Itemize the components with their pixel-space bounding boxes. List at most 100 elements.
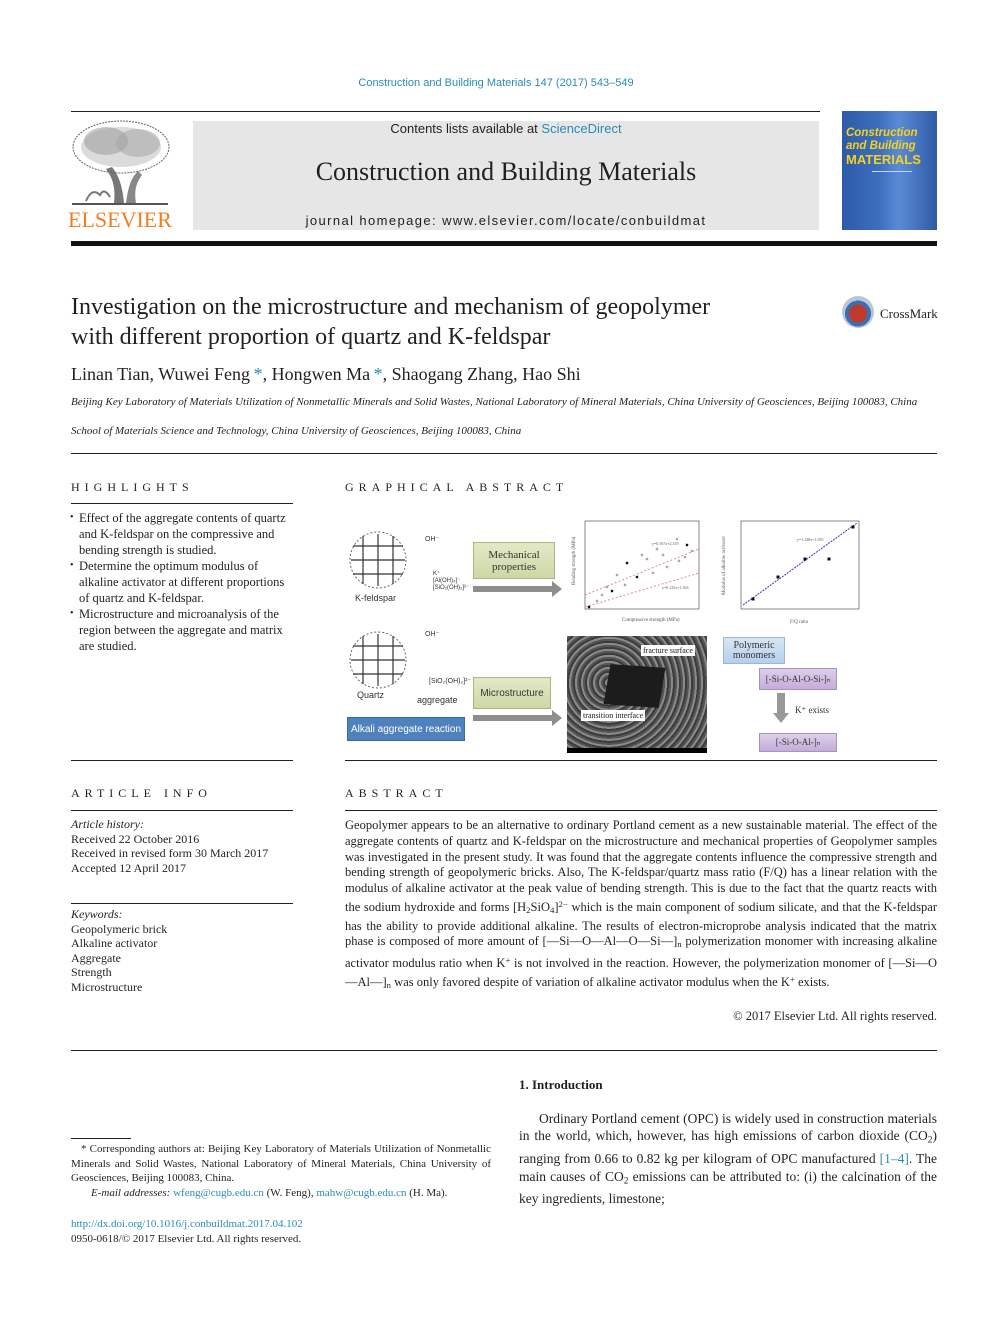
elsevier-logo[interactable]: ELSEVIER [66, 117, 174, 233]
chart2-xlabel: F/Q ratio [790, 620, 809, 625]
arrow-down-icon [777, 693, 785, 715]
issn-line: 0950-0618/© 2017 Elsevier Ltd. All right… [71, 1232, 302, 1245]
title-line-2: with different proportion of quartz and … [71, 324, 551, 350]
author: Shaogang Zhang [391, 364, 514, 384]
email-line: E-mail addresses: wfeng@cugb.edu.cn (W. … [91, 1186, 448, 1199]
journal-reference[interactable]: Construction and Building Materials 147 … [0, 77, 992, 89]
sem-tag-transition: transition interface [581, 710, 646, 721]
author: Hao Shi [522, 364, 581, 384]
product-sio: [SiO₂(OH)₂]²⁻ [433, 585, 470, 591]
keywords: Keywords: Geopolymeric brick Alkaline ac… [71, 907, 293, 994]
author: Wuwei Feng [158, 364, 250, 384]
highlights-rule [71, 503, 293, 504]
graphical-abstract-heading: GRAPHICAL ABSTRACT [345, 480, 569, 494]
quartz-label: Quartz [357, 690, 385, 700]
history-item: Received in revised form 30 March 2017 [71, 846, 269, 860]
article-info-heading: ARTICLE INFO [71, 786, 212, 800]
monomer-2-box: [-Si-O-Al-]ₙ [759, 733, 837, 752]
kfeldspar-structure-icon [349, 531, 407, 589]
elsevier-wordmark: ELSEVIER [68, 207, 172, 232]
chart1-point [595, 599, 599, 603]
article-title: Investigation on the microstructure and … [71, 292, 801, 352]
chart1-point [635, 575, 639, 579]
k-products: K⁺ [Al(OH)₄]⁻ [SiO₂(OH)₂]²⁻ [433, 571, 469, 592]
crossmark-badge[interactable]: CrossMark [842, 296, 942, 336]
chart1-point [600, 593, 604, 597]
highlight-item: Determine the optimum modulus of alkalin… [70, 558, 293, 606]
chart1-eq2: y=0.125x+1.363 [662, 585, 689, 590]
history-item: Received 22 October 2016 [71, 831, 200, 846]
sem-tag-fracture: fracture surface [641, 645, 695, 656]
keywords-rule [71, 903, 293, 904]
abstract-copyright: © 2017 Elsevier Ltd. All rights reserved… [733, 1009, 937, 1023]
history-label: Article history: [71, 817, 144, 831]
doi-link[interactable]: http://dx.doi.org/10.1016/j.conbuildmat.… [71, 1218, 303, 1230]
chart1-point [661, 553, 665, 557]
aggregate-label: aggregate [417, 695, 458, 705]
chart1-point [610, 589, 614, 593]
chart1-point [655, 547, 659, 551]
chart1-point [645, 557, 649, 561]
keyword: Strength [71, 965, 112, 979]
highlight-item: Microstructure and microanalysis of the … [70, 606, 293, 654]
chart2-point [827, 557, 831, 561]
section-rule [345, 760, 937, 761]
abstract-rule [345, 810, 937, 811]
title-line-1: Investigation on the microstructure and … [71, 294, 711, 320]
author: Hongwen Ma [271, 364, 371, 384]
elsevier-tree-icon [72, 120, 170, 205]
abstract-text: Geopolymer appears to be an alternative … [345, 818, 938, 991]
sciencedirect-link[interactable]: ScienceDirect [541, 121, 621, 136]
keyword: Alkaline activator [71, 936, 158, 950]
chart2-point [803, 557, 807, 561]
chart1-point [665, 565, 669, 569]
modulus-line-chart: y=1.248x+1.055 F/Q ratio Modulus of alka… [722, 520, 860, 625]
highlights-heading: HIGHLIGHTS [71, 480, 194, 494]
highlights-list: Effect of the aggregate contents of quar… [70, 510, 293, 654]
corresponding-star[interactable]: * [254, 364, 263, 384]
chart1-eq1: y=0.167x+2.319 [652, 541, 679, 546]
chart1-point [675, 537, 679, 541]
email-link-feng[interactable]: wfeng@cugb.edu.cn [173, 1187, 264, 1199]
chart1-ylabel: Bending strength (MPa) [572, 536, 577, 585]
chart2-eq: y=1.248x+1.055 [797, 537, 824, 542]
affiliation-1: Beijing Key Laboratory of Materials Util… [71, 396, 918, 408]
crossmark-label: CrossMark [880, 306, 938, 321]
graphical-abstract[interactable]: K-feldspar OH⁻ K⁺ [Al(OH)₄]⁻ [SiO₂(OH)₂]… [345, 505, 937, 755]
chart1-point [683, 555, 687, 559]
chart1-point [690, 549, 694, 553]
email-link-ma[interactable]: mahw@cugb.edu.cn [316, 1187, 406, 1199]
chart1-point [625, 561, 629, 565]
cover-subtitle-decoration [872, 171, 912, 190]
chart1-point [651, 571, 655, 575]
chart1-point [615, 573, 619, 577]
chart1-point [623, 583, 627, 587]
corresponding-star[interactable]: * [374, 364, 383, 384]
journal-cover[interactable]: Construction and Building MATERIALS [842, 111, 937, 230]
crossmark-icon [842, 296, 874, 328]
email-label: E-mail addresses: [91, 1186, 174, 1199]
affiliation-2: School of Materials Science and Technolo… [71, 425, 522, 437]
arrow-down-head [773, 713, 789, 723]
polymeric-monomers-box: Polymeric monomers [723, 637, 785, 664]
footnote-rule [71, 1138, 131, 1139]
citation-link[interactable]: [1–4] [880, 1151, 909, 1166]
chart1-point [640, 553, 644, 557]
journal-title: Construction and Building Materials [315, 157, 697, 186]
journal-homepage[interactable]: journal homepage: www.elsevier.com/locat… [193, 213, 819, 228]
cover-title: Construction and Building MATERIALS [846, 127, 934, 166]
contents-line: Contents lists available at ScienceDirec… [193, 121, 819, 136]
section-rule [71, 1050, 937, 1051]
journal-banner: Contents lists available at ScienceDirec… [193, 121, 819, 230]
corresponding-footnote: * Corresponding authors at: Beijing Key … [71, 1142, 491, 1200]
chart1-point [685, 543, 689, 547]
top-rule [71, 111, 820, 112]
highlight-item: Effect of the aggregate contents of quar… [70, 510, 293, 558]
article-info-rule [71, 810, 293, 811]
author: Linan Tian [71, 364, 150, 384]
chart1-point [605, 585, 609, 589]
sem-fracture-region [603, 664, 666, 708]
quartz-structure-icon [349, 631, 407, 689]
chart2-fit-line [742, 522, 858, 606]
product-k: K⁺ [433, 571, 441, 577]
